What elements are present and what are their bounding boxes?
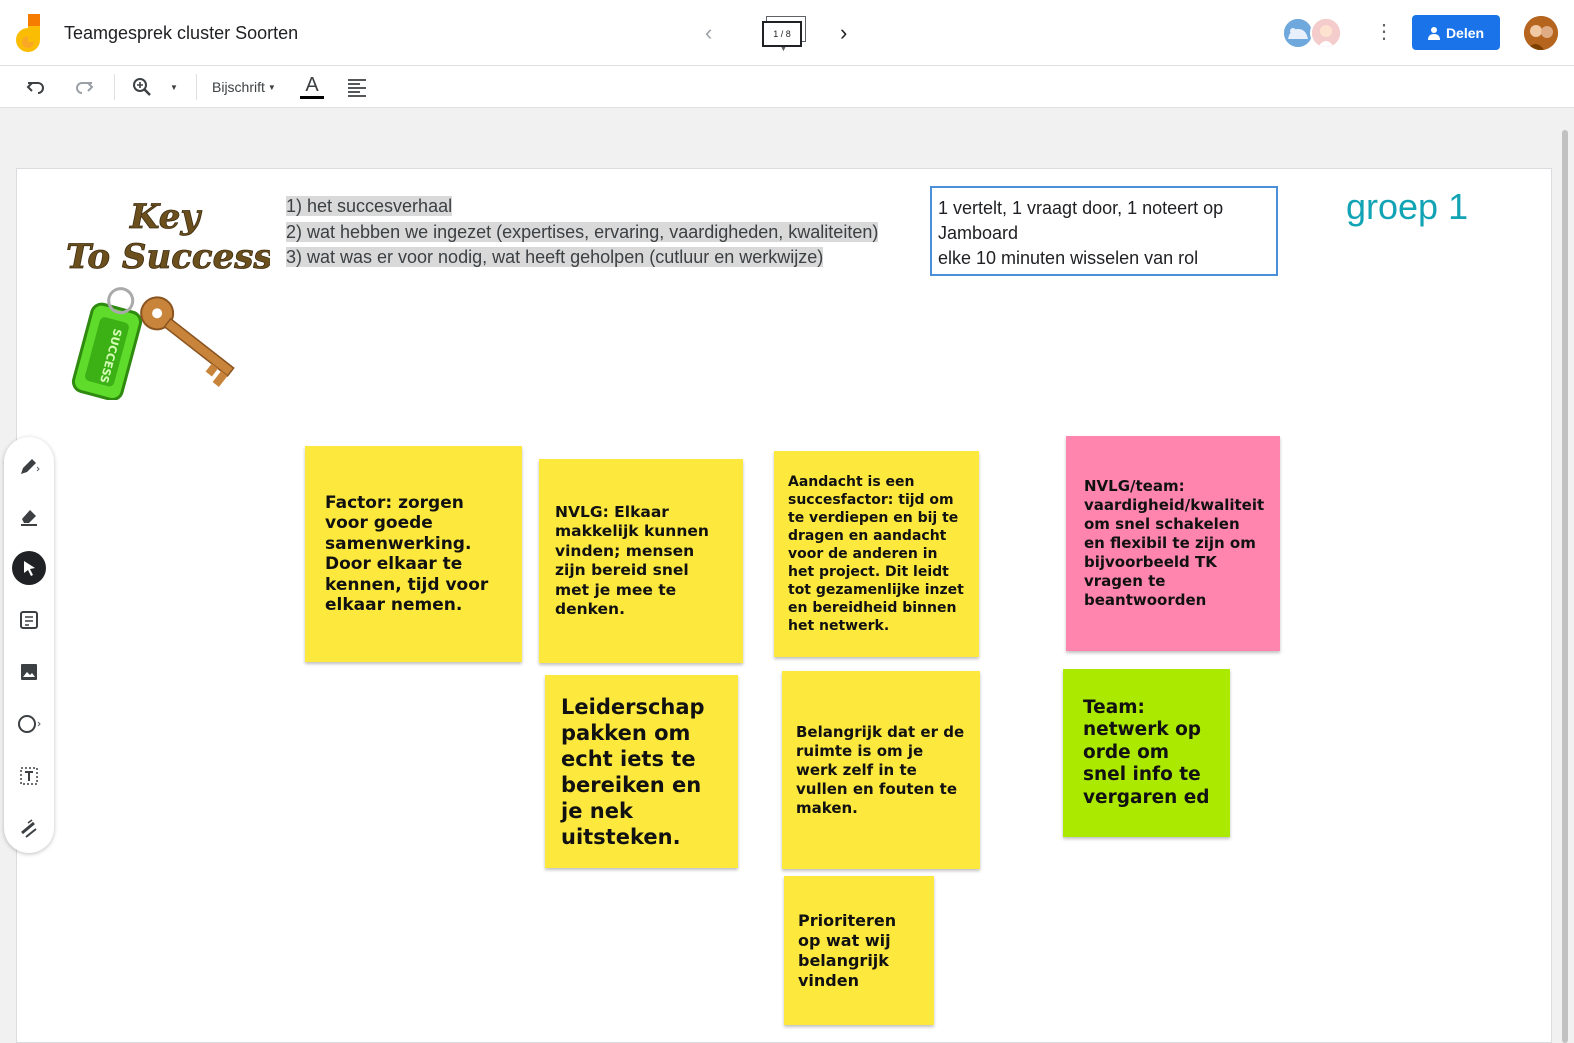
role-line: Jamboard bbox=[938, 223, 1019, 243]
sticky-note[interactable]: Factor: zorgen voor goede samenwerking. … bbox=[305, 446, 522, 662]
role-line: elke 10 minuten wisselen van rol bbox=[938, 248, 1199, 268]
redo-icon[interactable] bbox=[74, 74, 94, 100]
previous-frame-button[interactable]: ‹ bbox=[705, 20, 712, 46]
instruction-line: 1) het succesverhaal bbox=[286, 196, 453, 216]
eraser-icon[interactable] bbox=[12, 499, 46, 533]
role-instructions-textbox[interactable]: 1 vertelt, 1 vraagt door, 1 noteert op J… bbox=[930, 186, 1278, 276]
group-label[interactable]: groep 1 bbox=[1346, 186, 1468, 228]
vertical-scrollbar[interactable] bbox=[1562, 130, 1568, 1043]
sticky-note[interactable]: NVLG/team: vaardigheid/kwaliteit om snel… bbox=[1066, 436, 1280, 651]
drawing-tools-panel bbox=[4, 437, 54, 853]
next-frame-button[interactable]: › bbox=[840, 20, 847, 46]
sticky-note[interactable]: Aandacht is een succesfactor: tijd om te… bbox=[774, 451, 979, 657]
chevron-down-icon: ▼ bbox=[780, 46, 787, 53]
undo-icon[interactable] bbox=[26, 74, 46, 100]
more-options-icon[interactable]: ⋮ bbox=[1374, 20, 1394, 44]
key-to-success-image[interactable]: Key To Success SUCCESS bbox=[60, 190, 270, 400]
svg-text:Key: Key bbox=[129, 197, 202, 237]
edit-toolbar: ▼ Bijschrift ▼ A bbox=[0, 66, 1574, 108]
document-title[interactable]: Teamgesprek cluster Soorten bbox=[64, 23, 298, 44]
sticky-note[interactable]: Leiderschap pakken om echt iets te berei… bbox=[545, 675, 738, 868]
text-color-button[interactable]: A bbox=[300, 74, 324, 100]
instruction-line: 3) wat was er voor nodig, wat heeft geho… bbox=[286, 247, 824, 267]
image-icon[interactable] bbox=[12, 655, 46, 689]
account-avatar[interactable] bbox=[1524, 16, 1558, 50]
sticky-note[interactable]: Team: netwerk op orde om snel info te ve… bbox=[1063, 669, 1230, 837]
share-button[interactable]: Delen bbox=[1412, 15, 1500, 50]
frame-count: 1 / 8 bbox=[762, 21, 802, 47]
text-box-icon[interactable] bbox=[12, 759, 46, 793]
text-color-glyph: A bbox=[305, 73, 319, 96]
sticky-note[interactable]: Belangrijk dat er de ruimte is om je wer… bbox=[782, 671, 980, 869]
role-line: 1 vertelt, 1 vraagt door, 1 noteert op bbox=[938, 198, 1224, 218]
text-style-dropdown[interactable]: Bijschrift ▼ bbox=[212, 74, 276, 100]
person-icon bbox=[1427, 26, 1440, 40]
circle-shape-icon[interactable] bbox=[12, 707, 46, 741]
svg-text:To Success: To Success bbox=[66, 237, 270, 277]
instruction-line: 2) wat hebben we ingezet (expertises, er… bbox=[286, 221, 879, 242]
select-pointer-icon[interactable] bbox=[12, 551, 46, 585]
sticky-note[interactable]: NVLG: Elkaar makkelijk kunnen vinden; me… bbox=[539, 459, 743, 663]
sticky-note-icon[interactable] bbox=[12, 603, 46, 637]
sticky-note[interactable]: Prioriteren op wat wij belangrijk vinden bbox=[784, 876, 934, 1025]
share-label: Delen bbox=[1445, 24, 1485, 41]
instructions-text[interactable]: 1) het succesverhaal 2) wat hebben we in… bbox=[286, 194, 879, 271]
frame-indicator[interactable]: 1 / 8 ▼ bbox=[760, 16, 808, 53]
jamboard-logo[interactable] bbox=[14, 14, 42, 52]
pen-icon[interactable] bbox=[12, 449, 46, 483]
chevron-down-icon: ▼ bbox=[267, 82, 276, 92]
laser-icon[interactable] bbox=[12, 811, 46, 845]
align-left-icon[interactable] bbox=[347, 74, 367, 100]
collaborator-avatar[interactable] bbox=[1310, 17, 1342, 49]
zoom-icon[interactable] bbox=[132, 74, 152, 100]
zoom-dropdown-icon[interactable]: ▼ bbox=[170, 74, 178, 100]
text-style-label: Bijschrift bbox=[212, 79, 265, 95]
top-bar: Teamgesprek cluster Soorten ‹ 1 / 8 ▼ › … bbox=[0, 0, 1574, 66]
